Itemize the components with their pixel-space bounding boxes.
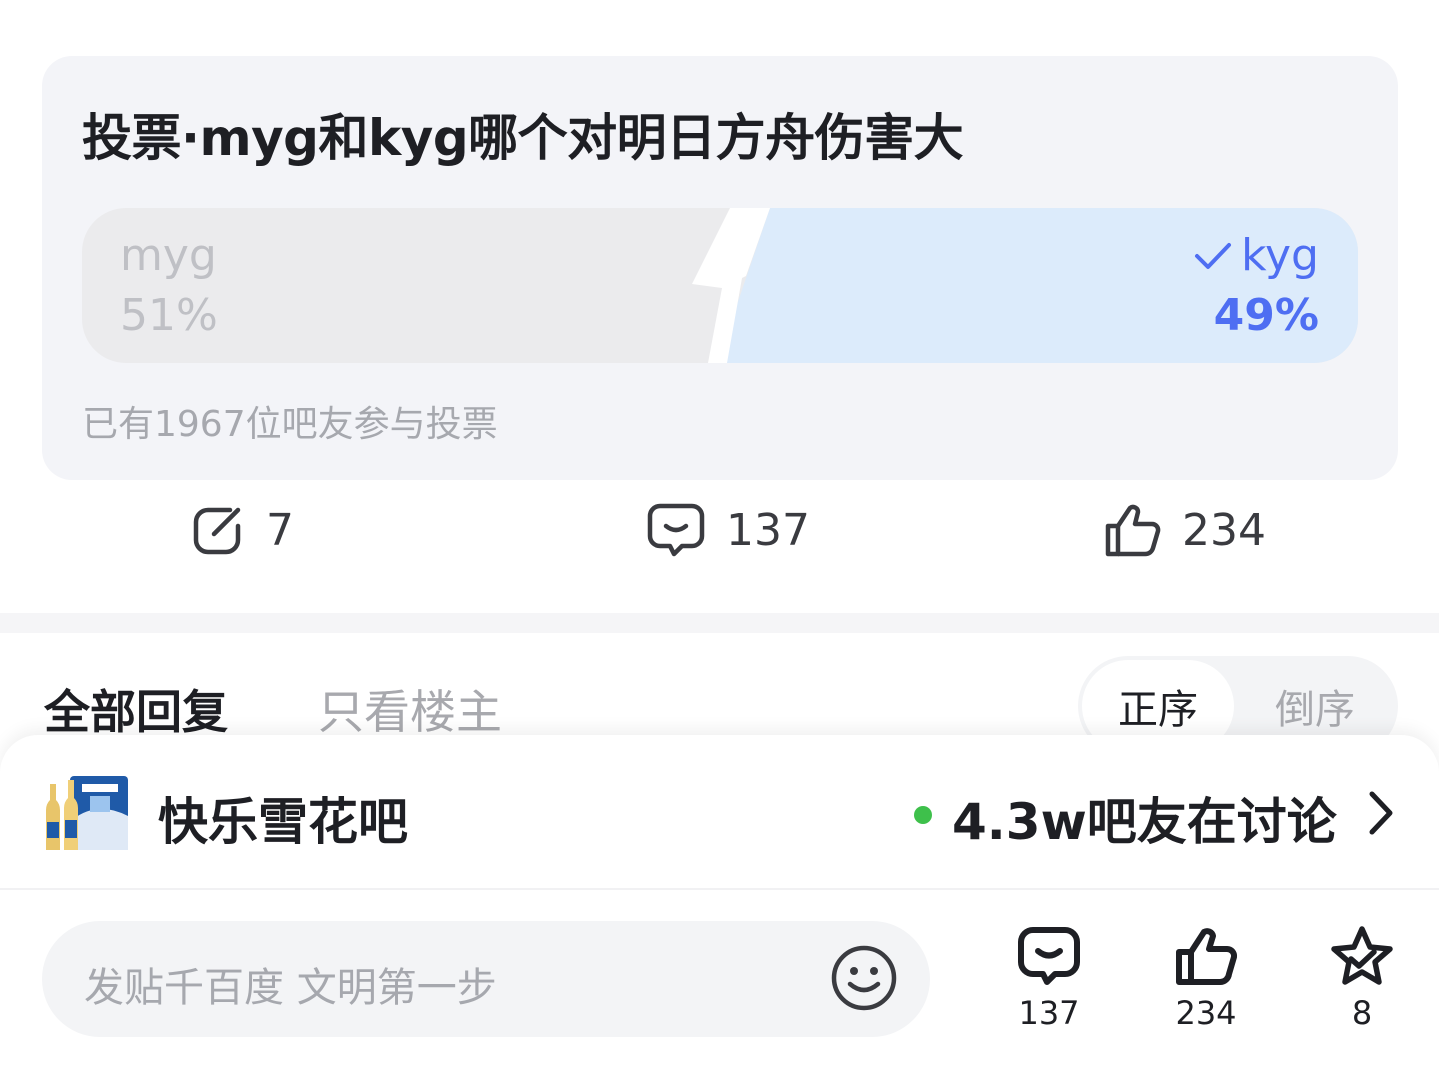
- sheet-divider: [0, 888, 1439, 890]
- vote-option-kyg-label: kyg: [1241, 230, 1319, 281]
- beer-logo-icon: [46, 776, 128, 850]
- vote-option-myg-percent: 51%: [120, 290, 218, 341]
- share-button[interactable]: 7: [190, 500, 294, 560]
- tab-all-replies[interactable]: 全部回复: [44, 676, 228, 742]
- vote-bar[interactable]: [82, 208, 1358, 363]
- bottom-comment-count: 137: [1018, 994, 1080, 1032]
- online-indicator: [914, 806, 932, 824]
- vote-option-kyg-percent: 49%: [1213, 290, 1319, 341]
- bottom-favorite-count: 8: [1351, 994, 1373, 1032]
- share-count: 7: [266, 504, 294, 556]
- star-icon: [1331, 926, 1393, 985]
- post-input-placeholder[interactable]: 发贴千百度 文明第一步: [84, 955, 497, 1013]
- tab-owner-only[interactable]: 只看楼主: [318, 676, 502, 742]
- forum-online-count[interactable]: 4.3w吧友在讨论: [952, 782, 1337, 854]
- bottom-comment-button[interactable]: 137: [989, 924, 1109, 1032]
- comment-button[interactable]: 137: [646, 500, 810, 560]
- bottom-like-count: 234: [1175, 994, 1237, 1032]
- post-page: 投票·myg和kyg哪个对明日方舟伤害大 myg 51% kyg 49% 已有1…: [0, 0, 1439, 1080]
- like-button[interactable]: 234: [1104, 500, 1266, 560]
- thumbs-up-icon: [1105, 504, 1161, 557]
- bottom-like-button[interactable]: 234: [1146, 924, 1266, 1032]
- emoji-icon[interactable]: [830, 944, 898, 1012]
- vote-title: 投票·myg和kyg哪个对明日方舟伤害大: [82, 109, 964, 167]
- checkmark-icon: [1195, 242, 1232, 269]
- forum-avatar[interactable]: [42, 770, 132, 854]
- forum-name[interactable]: 快乐雪花吧: [158, 782, 408, 854]
- share-icon: [193, 507, 241, 555]
- like-count: 234: [1182, 504, 1266, 556]
- vote-option-myg[interactable]: myg: [120, 230, 217, 281]
- comment-icon: [647, 503, 705, 557]
- vote-participants: 已有1967位吧友参与投票: [82, 404, 498, 445]
- vote-option-kyg[interactable]: kyg: [1193, 230, 1319, 281]
- comment-icon: [1018, 927, 1080, 985]
- bottom-favorite-button[interactable]: 8: [1302, 924, 1422, 1032]
- chevron-right-icon[interactable]: [1366, 790, 1396, 836]
- vote-split-graphic: [82, 208, 1358, 363]
- section-divider: [0, 613, 1439, 633]
- thumbs-up-icon: [1176, 928, 1238, 986]
- comment-count: 137: [726, 504, 810, 556]
